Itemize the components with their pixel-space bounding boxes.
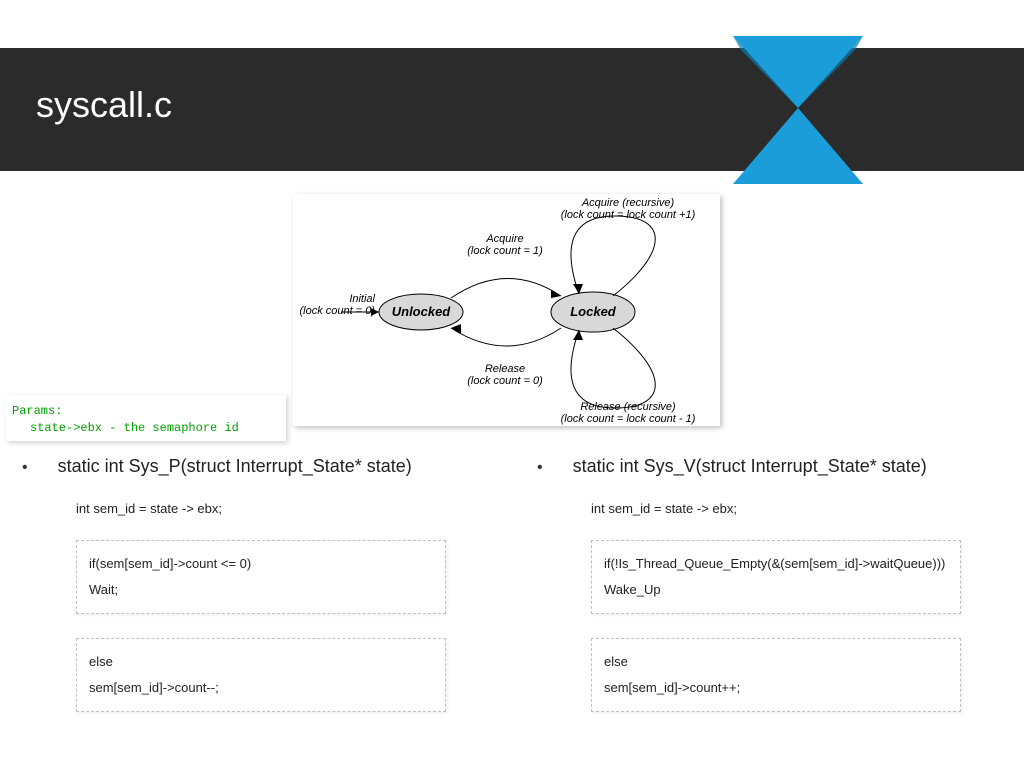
svg-text:(lock count = 1): (lock count = 1)	[467, 245, 543, 257]
sys-v-signature: static int Sys_V(struct Interrupt_State*…	[573, 456, 927, 477]
state-locked-label: Locked	[570, 304, 617, 319]
svg-text:Release (recursive): Release (recursive)	[580, 401, 676, 413]
params-card: Params: state->ebx - the semaphore id	[6, 395, 286, 441]
bullet-left: •	[22, 459, 28, 477]
page-title: syscall.c	[36, 84, 172, 126]
sys-p-line1: int sem_id = state -> ebx;	[76, 501, 477, 516]
right-column: • static int Sys_V(struct Interrupt_Stat…	[537, 456, 992, 736]
svg-text:Acquire (recursive): Acquire (recursive)	[581, 197, 675, 209]
bullet-right: •	[537, 459, 543, 477]
sys-p-signature: static int Sys_P(struct Interrupt_State*…	[58, 456, 412, 477]
svg-text:(lock count = lock count - 1): (lock count = lock count - 1)	[561, 413, 696, 425]
svg-text:Acquire: Acquire	[485, 233, 523, 245]
svg-text:Initial: Initial	[349, 293, 375, 305]
sys-p-box1: if(sem[sem_id]->count <= 0) Wait;	[76, 540, 446, 614]
sys-v-box2: else sem[sem_id]->count++;	[591, 638, 961, 712]
left-column: • static int Sys_P(struct Interrupt_Stat…	[22, 456, 477, 736]
params-line2: state->ebx - the semaphore id	[12, 420, 280, 437]
svg-text:Release: Release	[485, 363, 525, 375]
svg-text:(lock count = 0): (lock count = 0)	[299, 305, 375, 317]
ribbon-decoration	[733, 36, 863, 184]
params-line1: Params:	[12, 403, 280, 420]
sys-v-box1: if(!Is_Thread_Queue_Empty(&(sem[sem_id]-…	[591, 540, 961, 614]
svg-text:(lock count = 0): (lock count = 0)	[467, 375, 543, 387]
sys-p-box2: else sem[sem_id]->count--;	[76, 638, 446, 712]
svg-text:(lock count = lock count +1): (lock count = lock count +1)	[561, 209, 696, 221]
content-columns: • static int Sys_P(struct Interrupt_Stat…	[22, 456, 1002, 736]
sys-v-line1: int sem_id = state -> ebx;	[591, 501, 992, 516]
state-diagram: Unlocked Locked Initial (lock count = 0)…	[293, 194, 720, 426]
state-unlocked-label: Unlocked	[392, 304, 452, 319]
